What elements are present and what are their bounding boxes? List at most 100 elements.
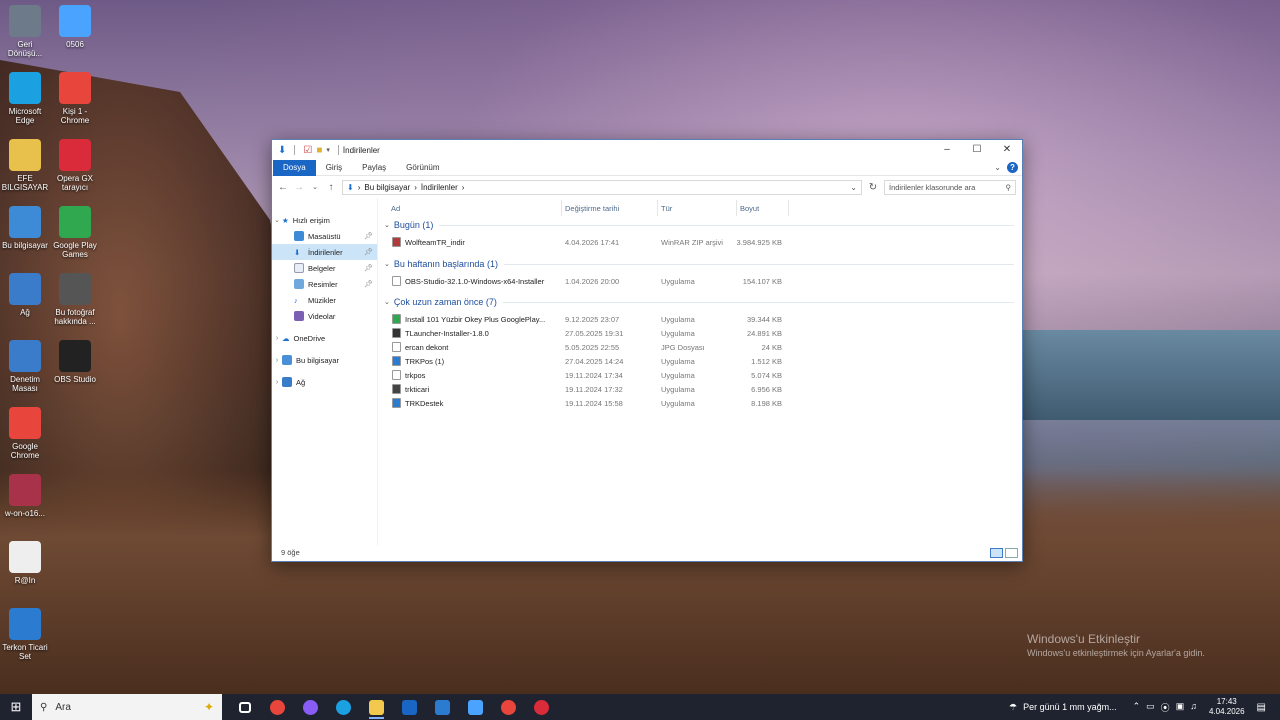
file-row[interactable]: Install 101 Yüzbir Okey Plus GooglePlay.… bbox=[378, 312, 1022, 326]
back-button[interactable]: ← bbox=[278, 182, 288, 193]
expand-icon[interactable]: › bbox=[272, 357, 282, 364]
expand-icon[interactable]: › bbox=[272, 335, 282, 342]
start-button[interactable]: ⊞ bbox=[0, 699, 32, 715]
desktop-icon-item[interactable]: Geri Dönüşü... bbox=[0, 5, 50, 58]
volume-icon[interactable]: ♫ bbox=[1190, 701, 1197, 714]
collapse-icon[interactable]: ⌄ bbox=[384, 260, 390, 268]
taskbar-chrome-button[interactable] bbox=[261, 694, 294, 720]
desktop-icon-item[interactable]: Google Chrome bbox=[0, 407, 50, 460]
desktop-icon-item[interactable]: OBS Studio bbox=[50, 340, 100, 384]
address-toolbar: ← → ⌄ ↑ ⬇ › Bu bilgisayar › İndirilenler… bbox=[272, 176, 1022, 198]
nav-downloads[interactable]: ⬇ İndirilenler 📌︎ bbox=[272, 244, 377, 260]
column-date[interactable]: Değiştirme tarihi bbox=[565, 204, 619, 213]
nav-label: Belgeler bbox=[308, 263, 336, 273]
refresh-button[interactable]: ↻ bbox=[868, 182, 878, 193]
nav-music[interactable]: ♪ Müzikler bbox=[272, 292, 377, 308]
desktop-icon-item[interactable]: Ağ bbox=[0, 273, 50, 317]
tab-paylas[interactable]: Paylaş bbox=[352, 160, 396, 176]
clock[interactable]: 17:43 4.04.2026 bbox=[1209, 697, 1245, 717]
camera-icon[interactable]: ▭ bbox=[1146, 701, 1155, 714]
forward-button[interactable]: → bbox=[294, 182, 304, 193]
file-row[interactable]: TLauncher-Installer-1.8.0 27.05.2025 19:3… bbox=[378, 326, 1022, 340]
desktop-icon-item[interactable]: EFE BILGISAYAR bbox=[0, 139, 50, 192]
tab-dosya[interactable]: Dosya bbox=[273, 159, 316, 176]
nav-documents[interactable]: Belgeler 📌︎ bbox=[272, 260, 377, 276]
search-input[interactable]: İndirilenler klasorunde ara ⚲ bbox=[884, 179, 1016, 195]
file-row[interactable]: trkticari 19.11.2024 17:32 Uygulama 6.956 K… bbox=[378, 382, 1022, 396]
qa-dropdown-icon[interactable]: ▾ bbox=[326, 146, 330, 154]
system-tray: ☂ Per günü 1 mm yağm... ⌃ ▭ ⦿ ▣ ♫ 17:43 … bbox=[1009, 694, 1280, 720]
minimize-button[interactable]: – bbox=[932, 140, 962, 160]
column-name[interactable]: Ad bbox=[391, 204, 400, 213]
desktop-icon-item[interactable]: Terkon Ticari Set bbox=[0, 608, 50, 661]
taskbar-terkon-button[interactable] bbox=[426, 694, 459, 720]
desktop-icon-item[interactable]: 0506 bbox=[50, 5, 100, 49]
desktop-icon-item[interactable]: Bu bilgisayar bbox=[0, 206, 50, 250]
close-button[interactable]: ✕ bbox=[992, 140, 1022, 160]
collapse-icon[interactable]: ⌄ bbox=[384, 221, 390, 229]
taskbar-search[interactable]: ⚲ Ara ✦ bbox=[32, 694, 222, 720]
title-bar[interactable]: ⬇ ☑ ■ ▾ İndirilenler – ☐ ✕ bbox=[272, 140, 1022, 160]
weather-widget[interactable]: ☂ Per günü 1 mm yağm... bbox=[1009, 702, 1117, 713]
properties-icon[interactable]: ☑ bbox=[303, 145, 312, 156]
desktop-icon-item[interactable]: Kişi 1 - Chrome bbox=[50, 72, 100, 125]
address-bar[interactable]: ⬇ › Bu bilgisayar › İndirilenler › ⌄ bbox=[342, 179, 862, 195]
taskbar-store-button[interactable] bbox=[459, 694, 492, 720]
address-dropdown-icon[interactable]: ⌄ bbox=[850, 183, 857, 192]
file-group-header[interactable]: ⌄ Çok uzun zaman önce (7) bbox=[384, 295, 1014, 309]
breadcrumb-downloads[interactable]: İndirilenler bbox=[421, 183, 458, 192]
tab-giris[interactable]: Giriş bbox=[316, 160, 352, 176]
network-icon[interactable]: ▣ bbox=[1176, 701, 1185, 714]
desktop-icon-item[interactable]: Google Play Games bbox=[50, 206, 100, 259]
large-icons-view-button[interactable] bbox=[1005, 548, 1018, 558]
file-group-header[interactable]: ⌄ Bugün (1) bbox=[384, 218, 1014, 232]
desktop-icon-item[interactable]: w-on-o16... bbox=[0, 474, 50, 518]
new-folder-icon[interactable]: ■ bbox=[316, 145, 322, 156]
file-group-header[interactable]: ⌄ Bu haftanın başlarında (1) bbox=[384, 257, 1014, 271]
taskbar-chrome-profile-button[interactable] bbox=[492, 694, 525, 720]
notification-icon[interactable]: ▤ bbox=[1257, 702, 1266, 713]
column-size[interactable]: Boyut bbox=[740, 204, 759, 213]
taskbar-file-explorer-button[interactable] bbox=[360, 694, 393, 720]
file-row[interactable]: trkpos 19.11.2024 17:34 Uygulama 5.074 KB bbox=[378, 368, 1022, 382]
file-row[interactable]: WolfteamTR_indir 4.04.2026 17:41 WinRAR ZI… bbox=[378, 235, 1022, 249]
chevron-up-icon[interactable]: ⌃ bbox=[1133, 701, 1141, 714]
shortcut-icon bbox=[59, 5, 91, 37]
location-icon[interactable]: ⦿ bbox=[1161, 701, 1170, 714]
nav-pictures[interactable]: Resimler 📌︎ bbox=[272, 276, 377, 292]
up-button[interactable]: ↑ bbox=[326, 182, 336, 193]
desktop-icon-item[interactable]: R@In bbox=[0, 541, 50, 585]
collapse-icon[interactable]: ⌄ bbox=[272, 216, 282, 224]
desktop-icon-item[interactable]: Bu fotoğraf hakkında ... bbox=[50, 273, 100, 326]
nav-onedrive[interactable]: › ☁ OneDrive bbox=[272, 330, 377, 346]
file-row[interactable]: ercan dekont 5.05.2025 22:55 JPG Dosyası 24… bbox=[378, 340, 1022, 354]
taskbar-copilot-button[interactable] bbox=[294, 694, 327, 720]
expand-icon[interactable]: › bbox=[272, 379, 282, 386]
nav-network[interactable]: › Ağ bbox=[272, 374, 377, 390]
pin-icon: 📌︎ bbox=[364, 281, 373, 288]
tab-gorunum[interactable]: Görünüm bbox=[396, 160, 449, 176]
desktop-icon-item[interactable]: Opera GX tarayıcı bbox=[50, 139, 100, 192]
collapse-icon[interactable]: ⌄ bbox=[384, 298, 390, 306]
nav-this-pc[interactable]: › Bu bilgisayar bbox=[272, 352, 377, 368]
help-icon[interactable]: ? bbox=[1007, 162, 1018, 173]
file-row[interactable]: TRKDestek 19.11.2024 15:58 Uygulama 8.198 K… bbox=[378, 396, 1022, 410]
file-row[interactable]: TRKPos (1) 27.04.2025 14:24 Uygulama 1.512 … bbox=[378, 354, 1022, 368]
taskbar-opera-gx-button[interactable] bbox=[525, 694, 558, 720]
maximize-button[interactable]: ☐ bbox=[962, 140, 992, 160]
file-size: 24 KB bbox=[761, 343, 782, 352]
column-type[interactable]: Tür bbox=[661, 204, 672, 213]
desktop-icon-item[interactable]: Denetim Masası bbox=[0, 340, 50, 393]
taskbar-task-view-button[interactable] bbox=[228, 694, 261, 720]
nav-videos[interactable]: Videolar bbox=[272, 308, 377, 324]
desktop-icon-item[interactable]: Microsoft Edge bbox=[0, 72, 50, 125]
file-row[interactable]: OBS-Studio-32.1.0-Windows-x64-Installer 1… bbox=[378, 274, 1022, 288]
recent-dropdown-icon[interactable]: ⌄ bbox=[310, 183, 320, 191]
taskbar-edge-button[interactable] bbox=[327, 694, 360, 720]
ribbon-expand-icon[interactable]: ⌄ bbox=[994, 163, 1001, 172]
details-view-button[interactable] bbox=[990, 548, 1003, 558]
nav-quick-access[interactable]: ⌄ ★ Hızlı erişim bbox=[272, 212, 377, 228]
taskbar-outlook-button[interactable] bbox=[393, 694, 426, 720]
breadcrumb-this-pc[interactable]: Bu bilgisayar bbox=[364, 183, 410, 192]
nav-desktop[interactable]: Masaüstü 📌︎ bbox=[272, 228, 377, 244]
